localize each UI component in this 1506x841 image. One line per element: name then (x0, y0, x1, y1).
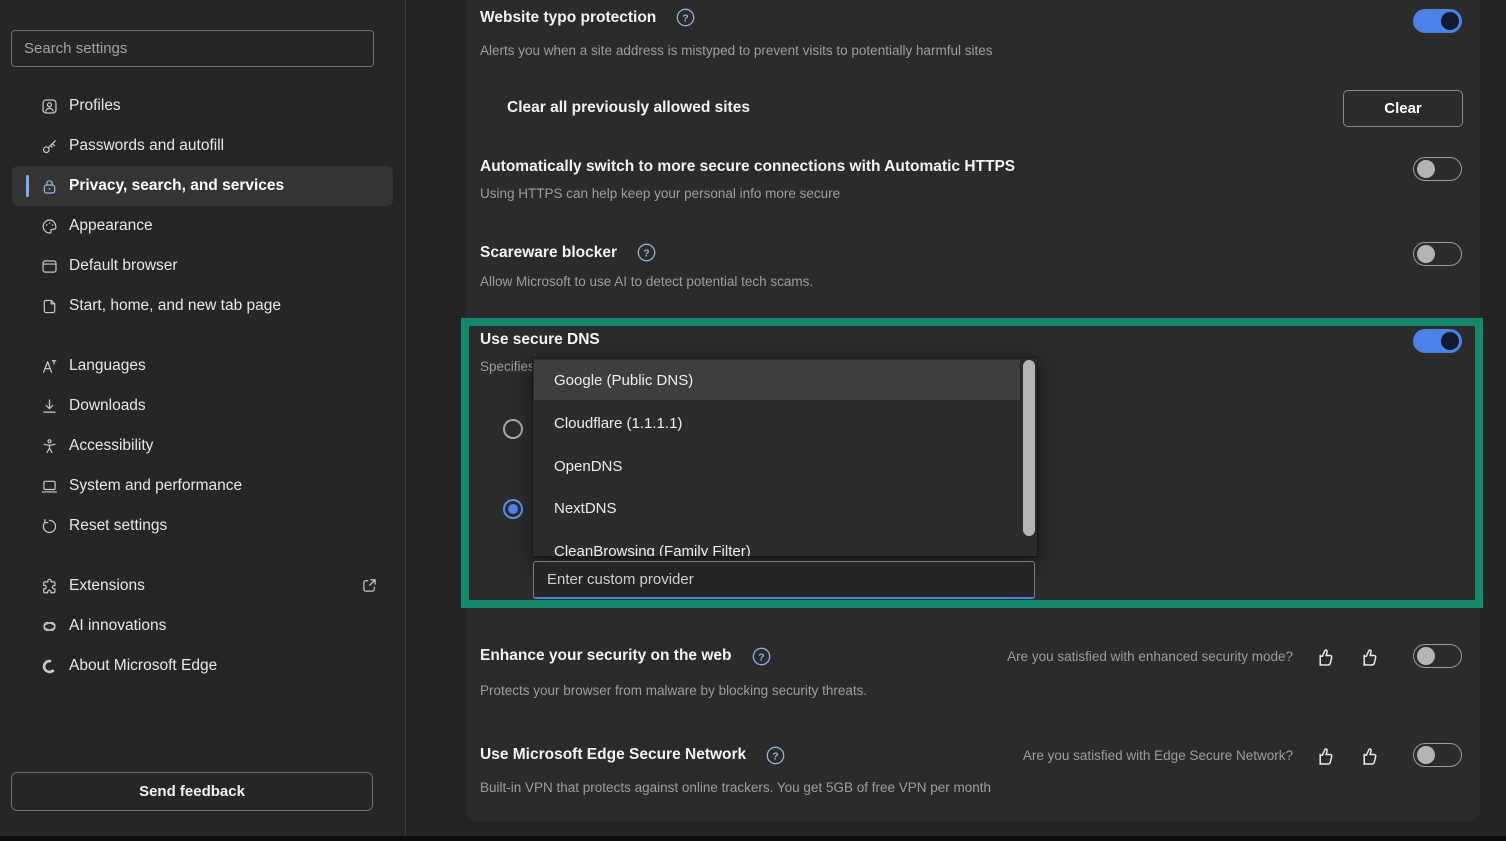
thumbs-down-icon[interactable] (1357, 645, 1380, 668)
clear-sites-label: Clear all previously allowed sites (507, 99, 750, 117)
search-input[interactable] (11, 30, 374, 67)
help-icon[interactable]: ? (766, 746, 785, 765)
sidebar-item-default-browser[interactable]: Default browser (12, 246, 393, 286)
sidebar-item-ai-innovations[interactable]: AI innovations (12, 606, 393, 646)
dns-option-cleanbrowsing-family-filter[interactable]: CleanBrowsing (Family Filter) (554, 542, 751, 556)
auto-https-title: Automatically switch to more secure conn… (480, 158, 1015, 176)
sidebar-item-label: Appearance (69, 217, 153, 235)
dns-option-cloudflare-1-1-1-1[interactable]: Cloudflare (1.1.1.1) (554, 414, 682, 434)
copilot-icon (40, 617, 59, 636)
sidebar-item-reset-settings[interactable]: Reset settings (12, 506, 393, 546)
sidebar-item-label: Extensions (69, 577, 145, 595)
website-typo-toggle[interactable] (1413, 9, 1462, 33)
accessibility-icon (40, 437, 59, 456)
sidebar-item-label: Accessibility (69, 437, 153, 455)
website-typo-title: Website typo protection (480, 9, 656, 27)
enhance-security-row: Enhance your security on the web ? Are y… (480, 644, 1462, 668)
secure-network-toggle[interactable] (1413, 743, 1462, 767)
enhance-security-feedback-question: Are you satisfied with enhanced security… (1007, 649, 1293, 664)
dns-option-opendns[interactable]: OpenDNS (554, 457, 622, 477)
secure-network-feedback-question: Are you satisfied with Edge Secure Netwo… (1023, 748, 1293, 763)
settings-content-card: Website typo protection ? Alerts you whe… (466, 0, 1480, 822)
sidebar-item-label: System and performance (69, 477, 242, 495)
secure-dns-toggle[interactable] (1413, 329, 1462, 353)
secure-network-description: Built-in VPN that protects against onlin… (480, 780, 991, 795)
sidebar-item-label: Start, home, and new tab page (69, 297, 281, 315)
sidebar-item-label: Downloads (69, 397, 146, 415)
custom-provider-input[interactable] (533, 561, 1035, 599)
sidebar-item-appearance[interactable]: Appearance (12, 206, 393, 246)
puzzle-icon (40, 577, 59, 596)
dns-option-google-public-dns[interactable]: Google (Public DNS) (554, 371, 693, 391)
sidebar-item-system-and-performance[interactable]: System and performance (12, 466, 393, 506)
website-typo-row: Website typo protection ? (480, 8, 695, 27)
sidebar-item-extensions[interactable]: Extensions (12, 566, 393, 606)
svg-text:?: ? (643, 247, 649, 259)
translate-icon (40, 357, 59, 376)
help-icon[interactable]: ? (676, 8, 695, 27)
dns-provider-dropdown: Google (Public DNS) Cloudflare (1.1.1.1) O… (533, 358, 1037, 556)
scareware-toggle[interactable] (1413, 242, 1462, 266)
sidebar-item-label: Default browser (69, 257, 178, 275)
sidebar-item-passwords-and-autofill[interactable]: Passwords and autofill (12, 126, 393, 166)
sidebar-item-label: Reset settings (69, 517, 167, 535)
thumbs-down-icon[interactable] (1357, 744, 1380, 767)
scareware-row: Scareware blocker ? (480, 243, 656, 262)
key-icon (40, 137, 59, 156)
sidebar-item-label: Privacy, search, and services (69, 177, 284, 195)
sidebar-item-start-home-and-new-tab-page[interactable]: Start, home, and new tab page (12, 286, 393, 326)
auto-https-toggle[interactable] (1413, 157, 1462, 181)
lock-icon (40, 177, 59, 196)
laptop-icon (40, 477, 59, 496)
scareware-title: Scareware blocker (480, 244, 617, 262)
download-icon (40, 397, 59, 416)
scareware-description: Allow Microsoft to use AI to detect pote… (480, 274, 813, 289)
thumbs-up-icon[interactable] (1313, 744, 1336, 767)
sidebar-item-downloads[interactable]: Downloads (12, 386, 393, 426)
secure-dns-title: Use secure DNS (480, 331, 600, 349)
secure-dns-description-fragment: Specifies (480, 359, 535, 374)
external-link-icon[interactable] (360, 576, 379, 595)
sidebar-item-label: Passwords and autofill (69, 137, 224, 155)
profiles-icon (40, 97, 59, 116)
dns-option-nextdns[interactable]: NextDNS (554, 499, 617, 519)
svg-text:?: ? (758, 651, 764, 663)
sidebar-item-label: About Microsoft Edge (69, 657, 217, 675)
help-icon[interactable]: ? (637, 243, 656, 262)
secure-network-title: Use Microsoft Edge Secure Network (480, 746, 746, 764)
send-feedback-button[interactable]: Send feedback (11, 772, 373, 811)
website-typo-description: Alerts you when a site address is mistyp… (480, 43, 992, 58)
sidebar-item-accessibility[interactable]: Accessibility (12, 426, 393, 466)
help-icon[interactable]: ? (752, 647, 771, 666)
enhance-security-toggle[interactable] (1413, 644, 1462, 668)
thumbs-up-icon[interactable] (1313, 645, 1336, 668)
page-icon (40, 297, 59, 316)
settings-sidebar: Profiles Passwords and autofill Privacy, s… (0, 0, 406, 841)
sidebar-item-languages[interactable]: Languages (12, 346, 393, 386)
sidebar-item-label: Profiles (69, 97, 121, 115)
sidebar-nav: Profiles Passwords and autofill Privacy, s… (0, 86, 405, 686)
enhance-security-title: Enhance your security on the web (480, 647, 732, 665)
reset-icon (40, 517, 59, 536)
sidebar-item-label: AI innovations (69, 617, 166, 635)
sidebar-item-about-microsoft-edge[interactable]: About Microsoft Edge (12, 646, 393, 686)
dns-provider-radio-current[interactable] (503, 419, 523, 439)
svg-text:?: ? (683, 12, 689, 24)
enhance-security-title-group: Enhance your security on the web ? (480, 647, 771, 666)
svg-text:?: ? (772, 750, 778, 762)
dns-provider-radio-choose[interactable] (503, 499, 523, 519)
secure-network-title-group: Use Microsoft Edge Secure Network ? (480, 746, 785, 765)
palette-icon (40, 217, 59, 236)
auto-https-description: Using HTTPS can help keep your personal … (480, 186, 840, 201)
bottom-edge-strip (0, 836, 1506, 841)
enhance-security-description: Protects your browser from malware by bl… (480, 683, 867, 698)
browser-icon (40, 257, 59, 276)
sidebar-item-label: Languages (69, 357, 146, 375)
dropdown-scrollbar[interactable] (1023, 360, 1035, 536)
secure-network-row: Use Microsoft Edge Secure Network ? Are … (480, 743, 1462, 767)
sidebar-item-privacy-search-and-services[interactable]: Privacy, search, and services (12, 166, 393, 206)
edge-logo-icon (40, 657, 59, 676)
clear-button[interactable]: Clear (1343, 90, 1463, 127)
sidebar-item-profiles[interactable]: Profiles (12, 86, 393, 126)
